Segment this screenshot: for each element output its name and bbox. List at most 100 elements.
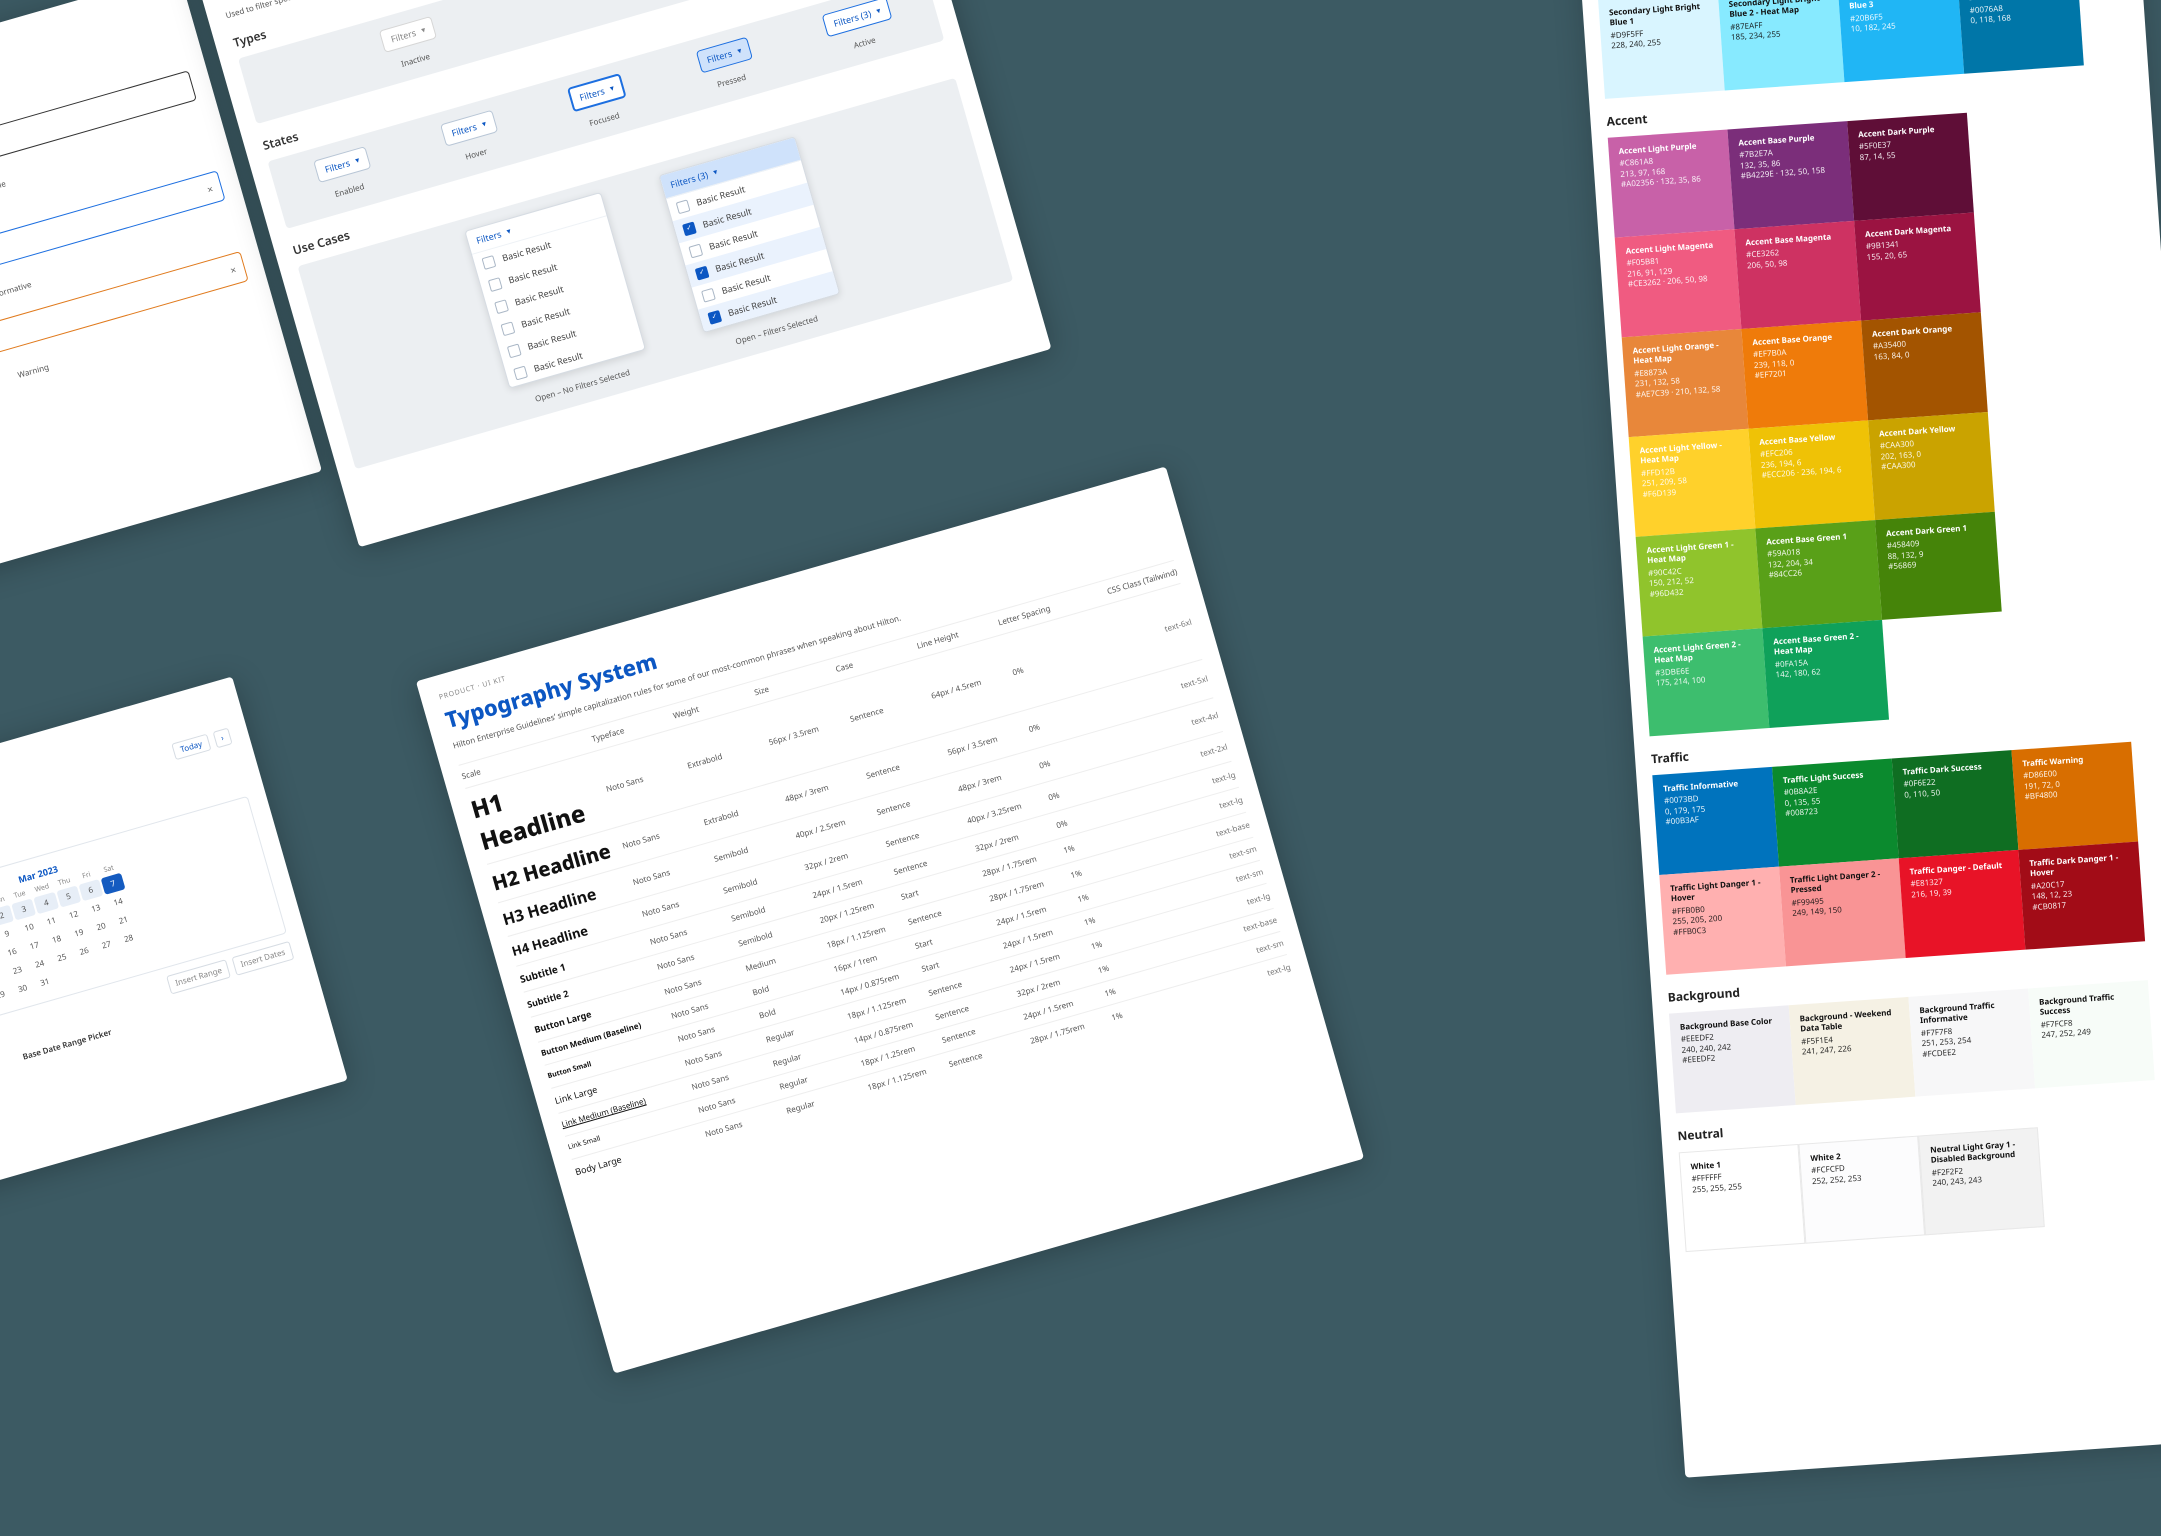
chevron-down-icon: ▾ xyxy=(875,5,882,17)
color-swatch: Traffic Dark Success#0F6E220, 110, 50 xyxy=(1892,750,2019,858)
color-swatch: Accent Dark Yellow#CAA300202, 163, 0#CAA… xyxy=(1868,412,1995,520)
caption: Inactive xyxy=(400,51,431,70)
close-icon[interactable]: × xyxy=(228,262,237,277)
color-swatch: Background Base Color#EEEDF2240, 240, 24… xyxy=(1669,1005,1796,1113)
color-swatch: Secondary Light Bright Blue 1#D9F5FF228,… xyxy=(1598,0,1725,99)
checkbox-icon xyxy=(481,255,496,270)
color-swatch: Accent Light Yellow - Heat Map#FFD12B251… xyxy=(1629,429,1756,537)
color-swatch: Background Traffic Informative#F7F7F8251… xyxy=(1908,989,2035,1097)
cell: Sentence xyxy=(849,691,933,725)
cell: Extrabold xyxy=(686,737,770,771)
checkbox-icon: ✓ xyxy=(695,265,710,280)
filter-dropdown-open-selected[interactable]: Filters (3) ▾ Basic Result✓Basic ResultB… xyxy=(658,136,840,333)
close-icon[interactable]: × xyxy=(205,181,214,196)
calendar-month-right: Mar 2023 SunMonTueWedThuFriSat1234567891… xyxy=(0,846,146,1006)
color-swatch: Secondary Light Bright Blue 3#20B6F510, … xyxy=(1837,0,1964,82)
calendar-day[interactable]: 31 xyxy=(32,971,57,993)
chevron-down-icon: ▾ xyxy=(712,166,719,178)
color-swatch: Accent Dark Magenta#9B1341155, 20, 65 xyxy=(1854,212,1981,320)
color-swatch: Accent Base Green 1#59A018132, 204, 34#8… xyxy=(1755,520,1882,628)
color-swatch: Accent Light Magenta#F05B81216, 91, 129#… xyxy=(1615,229,1742,337)
cell: Noto Sans xyxy=(605,761,689,795)
pill-label: Filters xyxy=(450,120,478,140)
filter-pill-inactive[interactable]: Filters ▾ xyxy=(379,16,437,53)
color-swatch xyxy=(2038,1119,2161,1227)
color-swatch: Accent Light Orange - Heat Map#E8873A231… xyxy=(1622,329,1749,437)
color-swatch: Traffic Danger - Default#E81327216, 19, … xyxy=(1899,850,2026,958)
swatch-grid: Accent Light Purple#C861A8213, 97, 168#A… xyxy=(1608,101,2161,736)
color-swatch: Secondary Light Bright Blue 2 - Heat Map… xyxy=(1718,0,1845,91)
swatch-grid: Traffic Informative#0073BD0, 179, 175#00… xyxy=(1652,738,2161,974)
checkbox-icon xyxy=(688,243,703,258)
color-swatch: Traffic Light Danger 2 - Pressed#F994952… xyxy=(1779,858,1906,966)
pill-label: Filters xyxy=(389,26,417,46)
cell: 0% xyxy=(1011,644,1095,678)
caption: Focused xyxy=(588,110,621,129)
color-swatch: Secondary Dark Bright Blue 1#0076A80, 11… xyxy=(1957,0,2084,74)
chevron-down-icon: ▾ xyxy=(505,225,512,237)
checkbox-icon xyxy=(676,199,691,214)
chevron-down-icon: ▾ xyxy=(609,82,616,94)
calendar-day[interactable]: 30 xyxy=(10,978,35,1000)
artboard-color-palette: SecondarySecondary Light Bright Blue 1#D… xyxy=(1578,0,2161,1478)
checkbox-icon xyxy=(500,321,515,336)
next-month-icon[interactable]: › xyxy=(212,728,233,749)
pill-label: Filters xyxy=(475,227,503,247)
filter-pill-focused[interactable]: Filters▾ xyxy=(567,73,627,112)
viewport: Alert Title Non-Closable Alert Title Des… xyxy=(0,0,2161,1536)
color-swatch: Accent Base Purple#7B2E7A132, 35, 86#B42… xyxy=(1727,121,1854,229)
chevron-down-icon: ▾ xyxy=(420,24,427,36)
color-swatch: Accent Light Purple#C861A8213, 97, 168#A… xyxy=(1608,129,1735,237)
color-swatch: Traffic Warning#D86E00191, 72, 0#BF4800 xyxy=(2011,742,2138,850)
checkbox-icon xyxy=(488,277,503,292)
filter-pill-active[interactable]: Filters (3)▾ xyxy=(822,0,892,37)
checkbox-icon xyxy=(513,365,528,380)
artboard-typography: PRODUCT · UI KIT Typography System Hilto… xyxy=(416,466,1364,1373)
color-swatch: Traffic Dark Danger 1 - Hover#A20C17148,… xyxy=(2018,842,2145,950)
color-swatch: Accent Light Green 2 - Heat Map#3DBE6E17… xyxy=(1643,628,1770,736)
chevron-down-icon: ▾ xyxy=(354,154,361,166)
chevron-down-icon: ▾ xyxy=(736,45,743,57)
color-swatch: Accent Dark Orange#A35400163, 84, 0 xyxy=(1861,312,1988,420)
cell: text-6xl xyxy=(1092,616,1193,655)
caption: Hover xyxy=(464,146,489,163)
calendar-day[interactable]: 26 xyxy=(72,940,97,962)
color-swatch: White 2#FCFCFD252, 252, 253 xyxy=(1798,1136,1925,1244)
color-swatch: Traffic Informative#0073BD0, 179, 175#00… xyxy=(1652,767,1779,875)
checkbox-icon xyxy=(701,287,716,302)
color-swatch xyxy=(1882,611,2009,719)
calendar-day[interactable]: 25 xyxy=(49,947,74,969)
pill-label: Filters xyxy=(705,47,733,67)
caption: Pressed xyxy=(716,72,747,91)
color-swatch: Background Traffic Success#F7FCF8247, 25… xyxy=(2028,980,2155,1088)
cell: 56px / 3.5rem xyxy=(767,714,851,748)
artboard-calendar: Today › Start End Select Dates Feb 2023 … xyxy=(0,676,348,1223)
color-swatch: Accent Base Yellow#EFC206236, 194, 6#ECC… xyxy=(1748,420,1875,528)
color-swatch: Traffic Light Success#0B8A2E0, 135, 55#0… xyxy=(1772,759,1899,867)
pill-label: Filters (3) xyxy=(832,7,873,30)
filter-pill-pressed[interactable]: Filters▾ xyxy=(695,37,753,74)
caption: Enabled xyxy=(334,181,366,200)
checkbox-icon: ✓ xyxy=(707,309,722,324)
pill-label: Filters xyxy=(578,84,606,104)
checkbox-icon xyxy=(507,343,522,358)
color-swatch: Accent Base Orange#EF7B0A239, 118, 0#EF7… xyxy=(1741,321,1868,429)
color-swatch: Traffic Light Danger 1 - Hover#FFB0B0255… xyxy=(1659,867,1786,975)
filter-pill-hover[interactable]: Filters▾ xyxy=(440,110,498,147)
caption: Active xyxy=(852,35,877,52)
checkbox-icon xyxy=(494,299,509,314)
color-swatch: Accent Base Green 2 - Heat Map#0FA15A142… xyxy=(1762,620,1889,728)
color-swatch: Accent Light Green 1 - Heat Map#90C42C15… xyxy=(1636,528,1763,636)
chevron-down-icon: ▾ xyxy=(481,118,488,130)
checkbox-icon: ✓ xyxy=(682,221,697,236)
color-swatch: Accent Dark Green 1#45840988, 132, 9#568… xyxy=(1875,512,2002,620)
color-swatch: White 1#FFFFFF255, 255, 255 xyxy=(1679,1144,1806,1252)
color-swatch: Neutral Light Gray 1 - Disabled Backgrou… xyxy=(1918,1127,2045,1235)
calendar-day[interactable]: 27 xyxy=(94,934,119,956)
filter-pill-enabled[interactable]: Filters▾ xyxy=(313,146,371,183)
cell: 64px / 4.5rem xyxy=(930,667,1014,701)
calendar-day[interactable]: 28 xyxy=(116,928,141,950)
color-swatch: Background - Weekend Data Table#F5F1E424… xyxy=(1789,997,1916,1105)
pill-label: Filters xyxy=(323,156,351,176)
filter-dropdown-open[interactable]: Filters ▾ Basic ResultBasic ResultBasic … xyxy=(464,192,646,389)
